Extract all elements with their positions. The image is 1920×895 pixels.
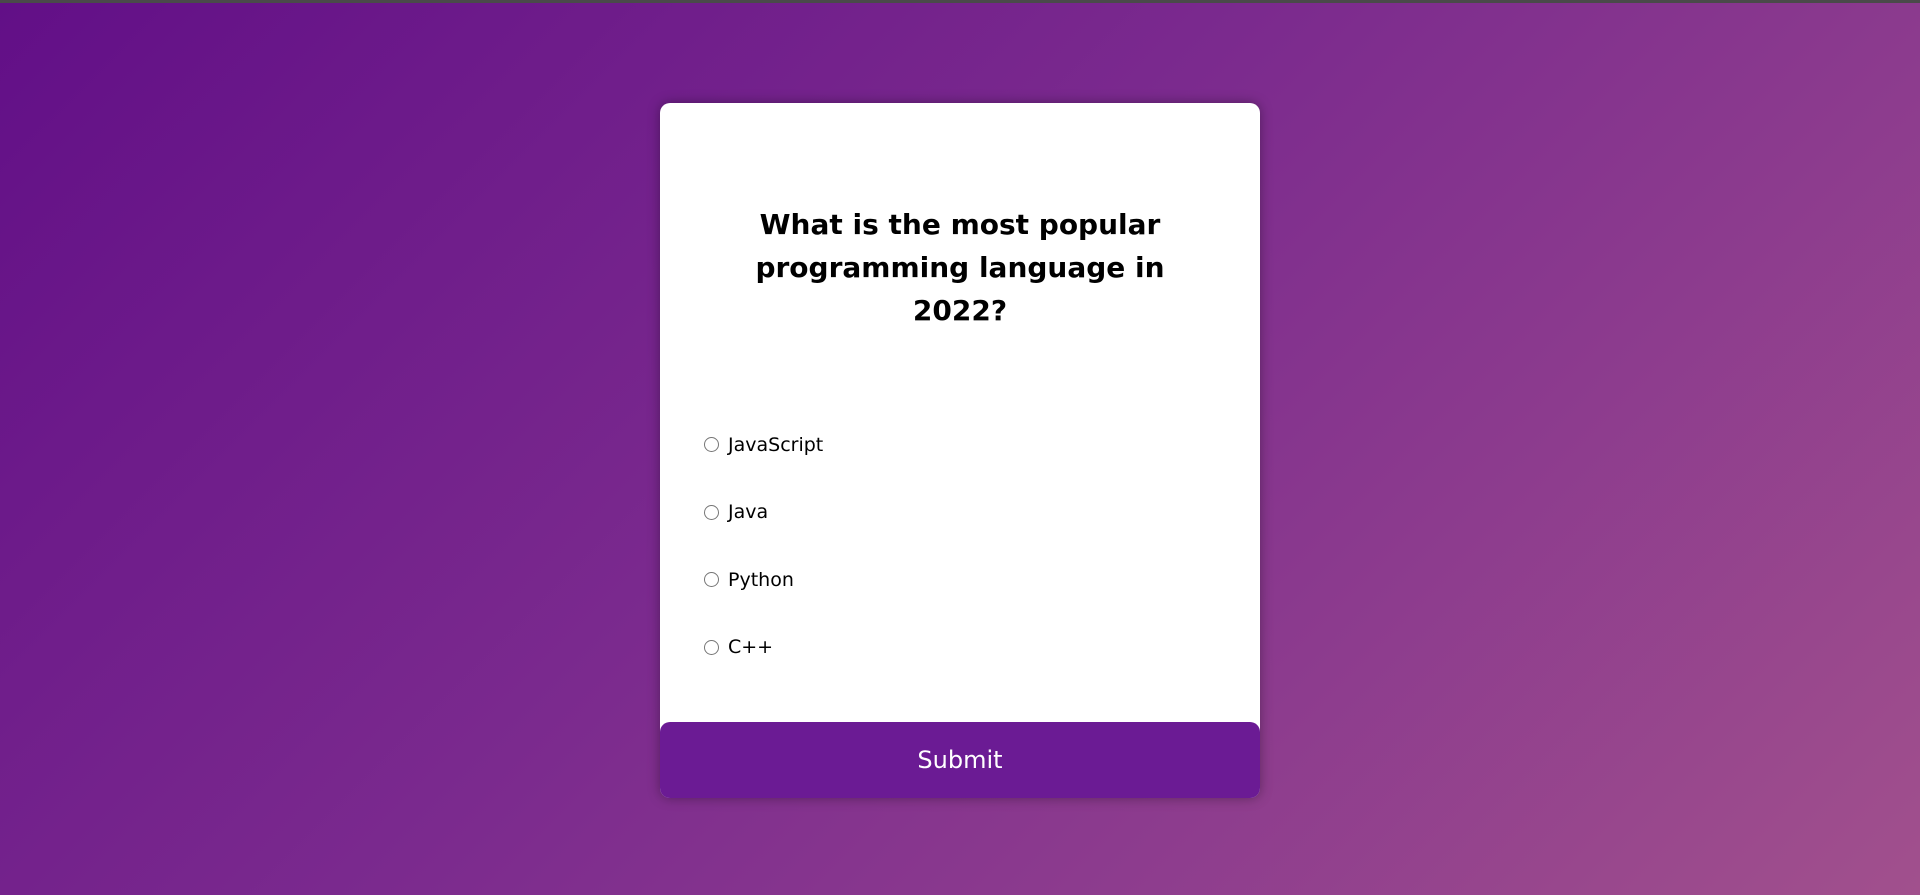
answer-option-javascript[interactable]: JavaScript xyxy=(704,411,823,479)
radio-button[interactable] xyxy=(704,639,719,655)
answer-label[interactable]: JavaScript xyxy=(728,434,823,456)
radio-button[interactable] xyxy=(704,437,719,453)
radio-button[interactable] xyxy=(704,504,719,520)
submit-button[interactable]: Submit xyxy=(660,722,1260,798)
answer-option-java[interactable]: Java xyxy=(704,479,823,547)
quiz-card: What is the most popular programming lan… xyxy=(660,103,1260,798)
answer-option-cpp[interactable]: C++ xyxy=(704,614,823,682)
answer-option-python[interactable]: Python xyxy=(704,546,823,614)
radio-button[interactable] xyxy=(704,572,719,588)
quiz-question: What is the most popular programming lan… xyxy=(755,208,1165,327)
answer-label[interactable]: Python xyxy=(728,569,794,591)
answer-label[interactable]: Java xyxy=(728,501,768,523)
window-top-border xyxy=(0,0,1920,3)
answer-list: JavaScript Java Python C++ xyxy=(704,411,823,681)
answer-label[interactable]: C++ xyxy=(728,636,773,658)
